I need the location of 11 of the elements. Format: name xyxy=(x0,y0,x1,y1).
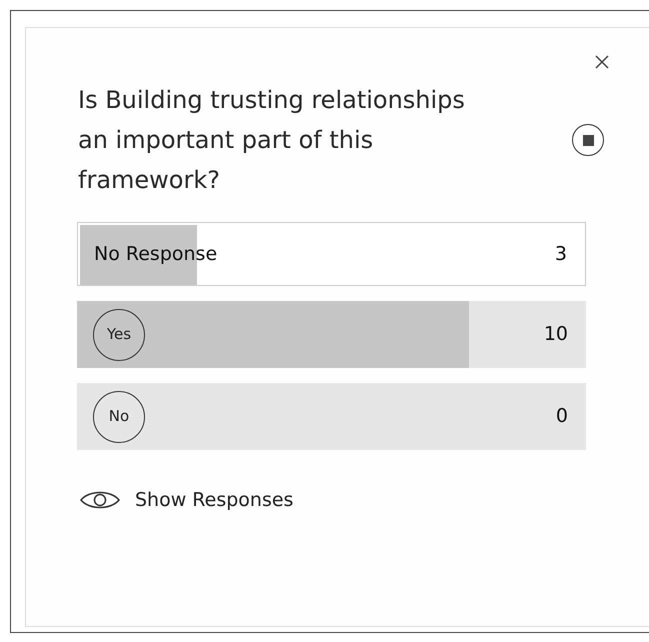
close-icon xyxy=(594,54,610,70)
response-count: 10 xyxy=(544,322,568,348)
show-responses-button[interactable]: Show Responses xyxy=(79,486,294,514)
stop-button[interactable] xyxy=(572,124,604,156)
response-count: 0 xyxy=(556,404,568,430)
poll-question: Is Building trusting relationships an important part of this framework? xyxy=(78,85,466,196)
response-count: 3 xyxy=(554,242,567,267)
option-label: No Response xyxy=(94,242,218,267)
option-label: No xyxy=(93,390,145,442)
option-label: Yes xyxy=(93,308,145,360)
stop-icon xyxy=(582,134,594,146)
